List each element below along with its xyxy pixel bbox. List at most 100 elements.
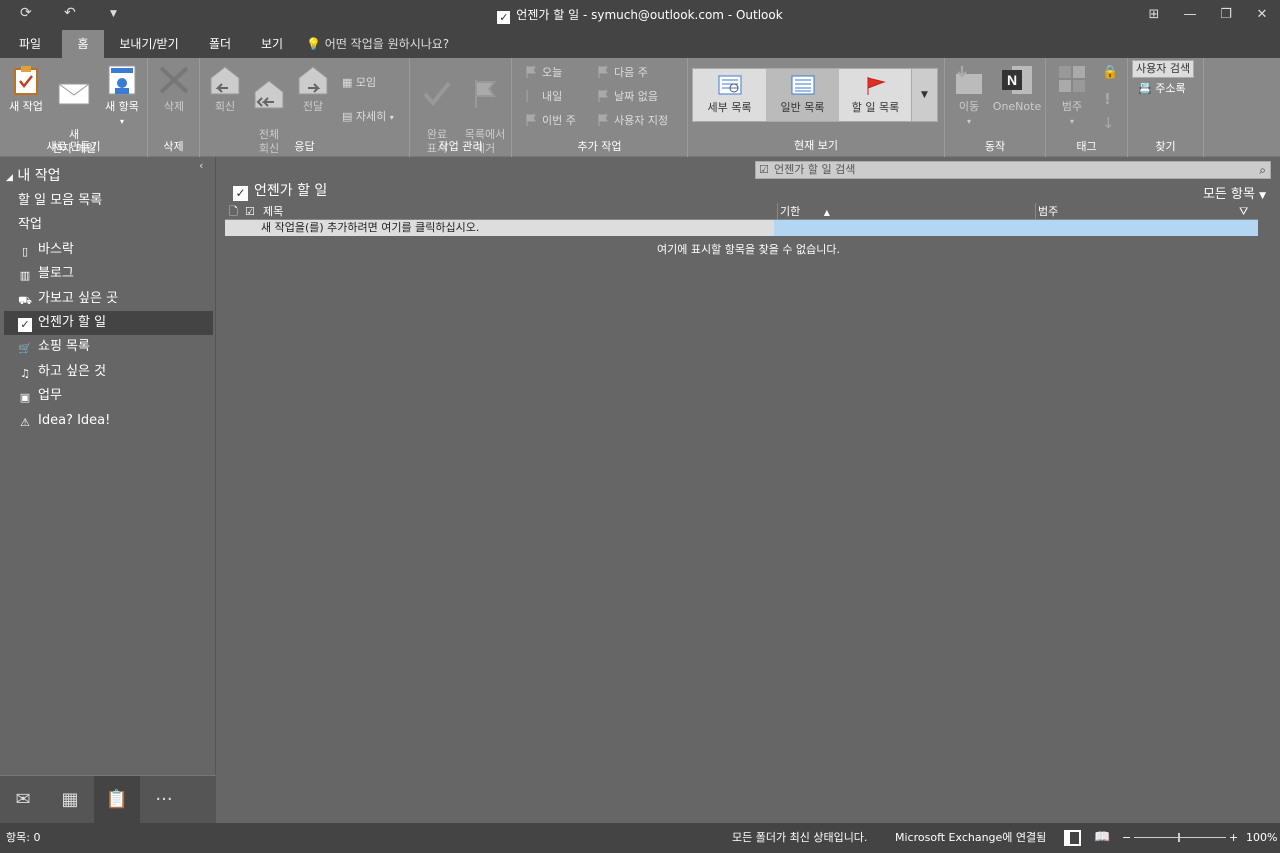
sidebar-item-someday[interactable]: ✓ 언젠가 할 일 (4, 311, 213, 335)
sidebar-item-label: 가보고 싶은 곳 (38, 291, 119, 306)
filter-dropdown[interactable]: 모든 항목 ▼ (1203, 183, 1266, 202)
onenote-label: OneNote (992, 100, 1042, 113)
tab-file[interactable]: 파일 (8, 30, 52, 58)
delete-button[interactable]: 삭제 (152, 64, 196, 114)
column-subject[interactable]: 제목 (263, 203, 283, 220)
more-respond-button[interactable]: ▤ 자세히 ▾ (342, 108, 394, 126)
private-button[interactable]: 🔒 (1102, 64, 1118, 82)
zoom-out-icon[interactable]: − (1122, 823, 1131, 853)
sidebar-item-shopping[interactable]: 🛒 쇼핑 목록 (4, 335, 213, 359)
column-headers: 🗋 ☑ 제목 기한 ▲ 범주 ⛛ (225, 203, 1258, 221)
flag-tomorrow-button[interactable]: 내일 (526, 88, 562, 106)
sidebar-item-label: 바스락 (38, 242, 74, 257)
sidebar-item-tasks[interactable]: 작업 (4, 213, 213, 237)
navigation-bar: ✉ ▦ 📋 ··· (0, 775, 216, 824)
flag-this-week-button[interactable]: 이번 주 (526, 112, 576, 130)
cart-icon: 🛒 (18, 342, 32, 355)
nav-mail-button[interactable]: ✉ (0, 776, 46, 824)
tab-view[interactable]: 보기 (250, 30, 294, 58)
view-simple-button[interactable]: 일반 목록 (766, 69, 839, 121)
group-respond-label: 응답 (294, 140, 315, 153)
new-items-label: 새 항목 (105, 100, 139, 113)
reading-view-icon[interactable]: 📖 (1094, 823, 1110, 853)
sidebar-item-wants[interactable]: ♫ 하고 싶은 것 (4, 360, 213, 384)
search-placeholder: 언젠가 할 일 검색 (774, 163, 856, 176)
simple-label: 일반 목록 (780, 101, 825, 114)
sidebar-item-todo-list[interactable]: 할 일 모음 목록 (4, 189, 213, 213)
sidebar-item-places[interactable]: ⛟ 가보고 싶은 곳 (4, 287, 213, 311)
checkmark-icon (423, 81, 451, 107)
search-icon[interactable]: ⌕ (1259, 162, 1266, 178)
new-task-row[interactable]: 새 작업을(를) 추가하려면 여기를 클릭하십시오. (225, 220, 1258, 236)
flag-icon (526, 90, 528, 102)
checkbox-icon: ☑ (759, 163, 769, 176)
nav-calendar-button[interactable]: ▦ (47, 776, 93, 824)
zoom-slider[interactable] (1134, 837, 1226, 838)
column-due[interactable]: 기한 ▲ (777, 203, 830, 221)
search-input[interactable]: ☑ 언젠가 할 일 검색 ⌕ (755, 161, 1271, 179)
lock-icon: 🔒 (1102, 65, 1119, 80)
tab-folder[interactable]: 폴더 (198, 30, 242, 58)
zoom-in-icon[interactable]: + (1229, 823, 1238, 853)
sidebar-item-basarak[interactable]: ▯ 바스락 (4, 238, 213, 262)
sidebar-item-blog[interactable]: ▥ 블로그 (4, 262, 213, 286)
sidebar-item-idea[interactable]: ⚠ Idea? Idea! (4, 409, 213, 433)
my-tasks-header[interactable]: ◢ 내 작업 (6, 165, 60, 185)
onenote-button[interactable]: N OneNote (991, 64, 1043, 114)
tab-home[interactable]: 홈 (62, 30, 104, 58)
complete-column-icon[interactable]: ☑ (245, 203, 255, 220)
categorize-button[interactable]: 범주 ▾ (1050, 64, 1094, 129)
new-email-icon (58, 83, 90, 105)
filter-icon[interactable]: ⛛ (1239, 203, 1248, 220)
forward-button[interactable]: 전달 (292, 64, 334, 114)
nav-more-button[interactable]: ··· (141, 776, 187, 824)
group-manage: 완료 표시 목록에서 제거 작업 관리 (410, 58, 512, 157)
close-icon[interactable]: ✕ (1244, 0, 1280, 30)
sidebar-item-label: 언젠가 할 일 (38, 315, 107, 330)
flag-next-week-button[interactable]: 다음 주 (598, 64, 648, 82)
item-type-column-icon[interactable]: 🗋 (229, 203, 238, 220)
meeting-button[interactable]: ▦ 모임 (342, 74, 376, 92)
todo-flag-icon (867, 77, 886, 95)
empty-message: 여기에 표시할 항목을 찾을 수 없습니다. (657, 243, 840, 256)
column-category[interactable]: 범주 (1035, 203, 1235, 220)
zoom-level[interactable]: 100% (1246, 823, 1277, 853)
minimize-icon[interactable]: — (1172, 0, 1208, 30)
calendar-icon: ▦ (61, 789, 79, 810)
high-importance-button[interactable]: ! (1104, 90, 1111, 108)
flag-icon (598, 90, 608, 102)
group-manage-label: 작업 관리 (438, 140, 483, 153)
restore-icon[interactable]: ❐ (1208, 0, 1244, 30)
low-importance-button[interactable]: ↓ (1102, 114, 1115, 132)
new-task-label: 새 작업 (9, 100, 43, 113)
address-book-button[interactable]: 📇 주소록 (1138, 80, 1186, 98)
tell-me-box[interactable]: 💡 어떤 작업을 원하시나요? (306, 30, 449, 58)
new-items-button[interactable]: 새 항목 ▾ (100, 64, 144, 129)
normal-view-icon[interactable] (1064, 830, 1081, 846)
search-people-input[interactable]: 사용자 검색 (1132, 60, 1195, 78)
new-task-input[interactable]: 새 작업을(를) 추가하려면 여기를 클릭하십시오. (225, 220, 774, 236)
sidebar-item-label: 블로그 (38, 266, 74, 281)
reply-button[interactable]: 회신 (204, 64, 246, 114)
view-detailed-button[interactable]: 세부 목록 (693, 69, 766, 121)
reply-icon (210, 66, 240, 95)
flag-today-button[interactable]: 오늘 (526, 64, 562, 82)
sidebar-item-label: 할 일 모음 목록 (18, 193, 103, 208)
ribbon-display-icon[interactable]: ⊞ (1136, 0, 1172, 30)
nav-tasks-button[interactable]: 📋 (94, 776, 140, 824)
flag-no-date-button[interactable]: 날짜 없음 (598, 88, 658, 106)
flag-custom-button[interactable]: 사용자 지정 (598, 112, 668, 130)
svg-text:N: N (1007, 72, 1017, 88)
reply-label: 회신 (214, 100, 236, 113)
zoom-slider-thumb[interactable] (1178, 833, 1180, 842)
exclamation-icon: ! (1104, 90, 1111, 108)
tab-send-receive[interactable]: 보내기/받기 (112, 30, 186, 58)
view-gallery-dropdown[interactable]: ▼ (911, 69, 937, 121)
view-todo-button[interactable]: 할 일 목록 (839, 69, 912, 121)
column-due-label: 기한 (780, 205, 801, 218)
new-task-button[interactable]: 새 작업 (4, 64, 48, 114)
group-respond: 회신 전체 회신 전달 ▦ 모임 ▤ 자세히 ▾ 응답 (200, 58, 410, 157)
move-button[interactable]: 이동 ▾ (951, 64, 987, 129)
collapse-pane-icon[interactable]: ‹ (199, 159, 203, 172)
sidebar-item-work[interactable]: ▣ 업무 (4, 384, 213, 408)
